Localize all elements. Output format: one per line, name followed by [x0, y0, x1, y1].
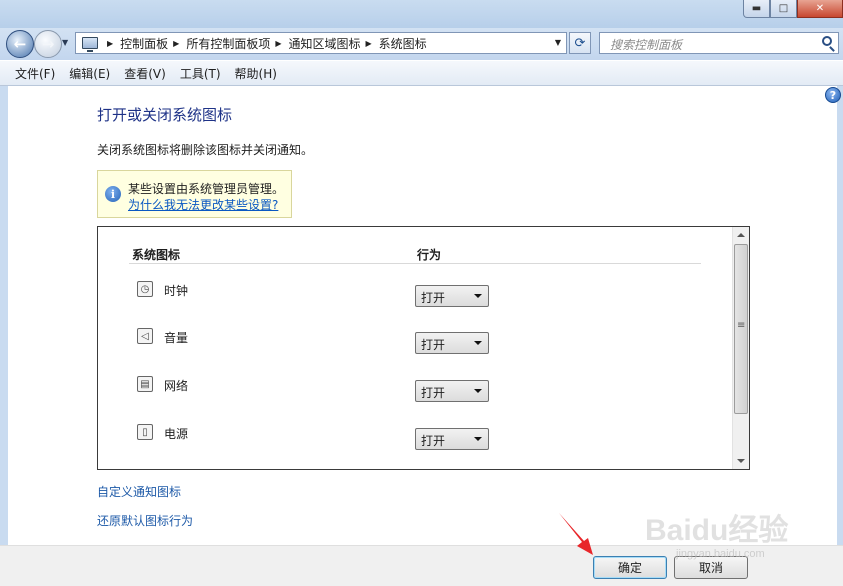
page-title: 打开或关闭系统图标 [97, 106, 233, 124]
help-icon[interactable]: ? [825, 87, 841, 103]
breadcrumb-item-all-items[interactable]: 所有控制面板项 [186, 35, 270, 52]
row-label-network: 网络 [164, 379, 189, 393]
search-input[interactable]: 搜索控制面板 [599, 32, 839, 54]
back-arrow-icon[interactable]: ← [6, 30, 34, 58]
menu-tools[interactable]: 工具(T) [180, 65, 221, 82]
address-row: ← → ▼ ▶ 控制面板 ▶ 所有控制面板项 ▶ 通知区域图标 ▶ 系统图标 ▼… [0, 28, 843, 60]
behavior-select-clock[interactable]: 打开 [415, 285, 489, 307]
restore-default-behavior-link[interactable]: 还原默认图标行为 [97, 512, 193, 529]
forward-arrow-icon[interactable]: → [34, 30, 62, 58]
breadcrumb-item-system-icons[interactable]: 系统图标 [379, 35, 427, 52]
scroll-thumb[interactable] [734, 244, 748, 414]
row-label-clock: 时钟 [164, 284, 189, 298]
scroll-down-icon[interactable] [737, 459, 745, 463]
behavior-select-volume[interactable]: 打开 [415, 332, 489, 354]
search-placeholder: 搜索控制面板 [610, 38, 683, 52]
why-cannot-change-link[interactable]: 为什么我无法更改某些设置? [128, 196, 278, 213]
menu-help[interactable]: 帮助(H) [235, 65, 277, 82]
recent-pages-dropdown-icon[interactable]: ▼ [62, 38, 68, 47]
address-dropdown-icon[interactable]: ▼ [555, 38, 561, 47]
search-icon[interactable] [822, 36, 832, 46]
menu-edit[interactable]: 编辑(E) [69, 65, 110, 82]
breadcrumb-item-notification-icons[interactable]: 通知区域图标 [289, 35, 361, 52]
vertical-scrollbar[interactable] [732, 227, 749, 469]
address-bar[interactable]: ▶ 控制面板 ▶ 所有控制面板项 ▶ 通知区域图标 ▶ 系统图标 ▼ [75, 32, 567, 54]
behavior-select-network[interactable]: 打开 [415, 380, 489, 402]
volume-icon: ◁ [137, 328, 153, 344]
control-panel-icon [82, 37, 98, 52]
menu-bar: 文件(F) 编辑(E) 查看(V) 工具(T) 帮助(H) [0, 60, 843, 86]
power-icon: ▯ [137, 424, 153, 440]
breadcrumb-separator-icon[interactable]: ▶ [366, 39, 372, 48]
column-header-behavior: 行为 [417, 248, 442, 262]
breadcrumb-separator-icon[interactable]: ▶ [275, 39, 281, 48]
refresh-icon[interactable]: ⟳ [569, 32, 591, 54]
page-description: 关闭系统图标将删除该图标并关闭通知。 [97, 143, 314, 157]
ok-button[interactable]: 确定 [593, 556, 667, 579]
window-controls: ▬ □ ✕ [743, 0, 843, 18]
breadcrumb-separator-icon[interactable]: ▶ [173, 39, 179, 48]
behavior-select-power[interactable]: 打开 [415, 428, 489, 450]
notice-text: 某些设置由系统管理员管理。 [128, 182, 285, 196]
breadcrumb-item-control-panel[interactable]: 控制面板 [120, 35, 168, 52]
header-divider [129, 263, 701, 264]
minimize-button[interactable]: ▬ [743, 0, 770, 18]
admin-notice: i 某些设置由系统管理员管理。 为什么我无法更改某些设置? [97, 170, 292, 218]
scroll-up-icon[interactable] [737, 233, 745, 237]
watermark-logo: Baidu经验 [645, 514, 789, 547]
row-label-volume: 音量 [164, 331, 189, 345]
close-button[interactable]: ✕ [797, 0, 843, 18]
system-icons-list: 系统图标 行为 ◷ 时钟 打开 ◁ 音量 打开 ▤ 网络 打开 ▯ 电源 打开 [97, 226, 750, 470]
title-bar: ▬ □ ✕ [0, 0, 843, 28]
menu-view[interactable]: 查看(V) [124, 65, 166, 82]
column-header-system-icon: 系统图标 [132, 248, 181, 262]
customize-notification-icons-link[interactable]: 自定义通知图标 [97, 483, 181, 500]
breadcrumb-separator-icon[interactable]: ▶ [107, 39, 113, 48]
row-label-power: 电源 [164, 427, 189, 441]
info-icon: i [105, 186, 121, 202]
maximize-button[interactable]: □ [770, 0, 797, 18]
watermark-url: jingyan.baidu.com [676, 548, 765, 560]
menu-file[interactable]: 文件(F) [15, 65, 55, 82]
clock-icon: ◷ [137, 281, 153, 297]
annotation-arrow-icon [559, 513, 593, 555]
network-icon: ▤ [137, 376, 153, 392]
